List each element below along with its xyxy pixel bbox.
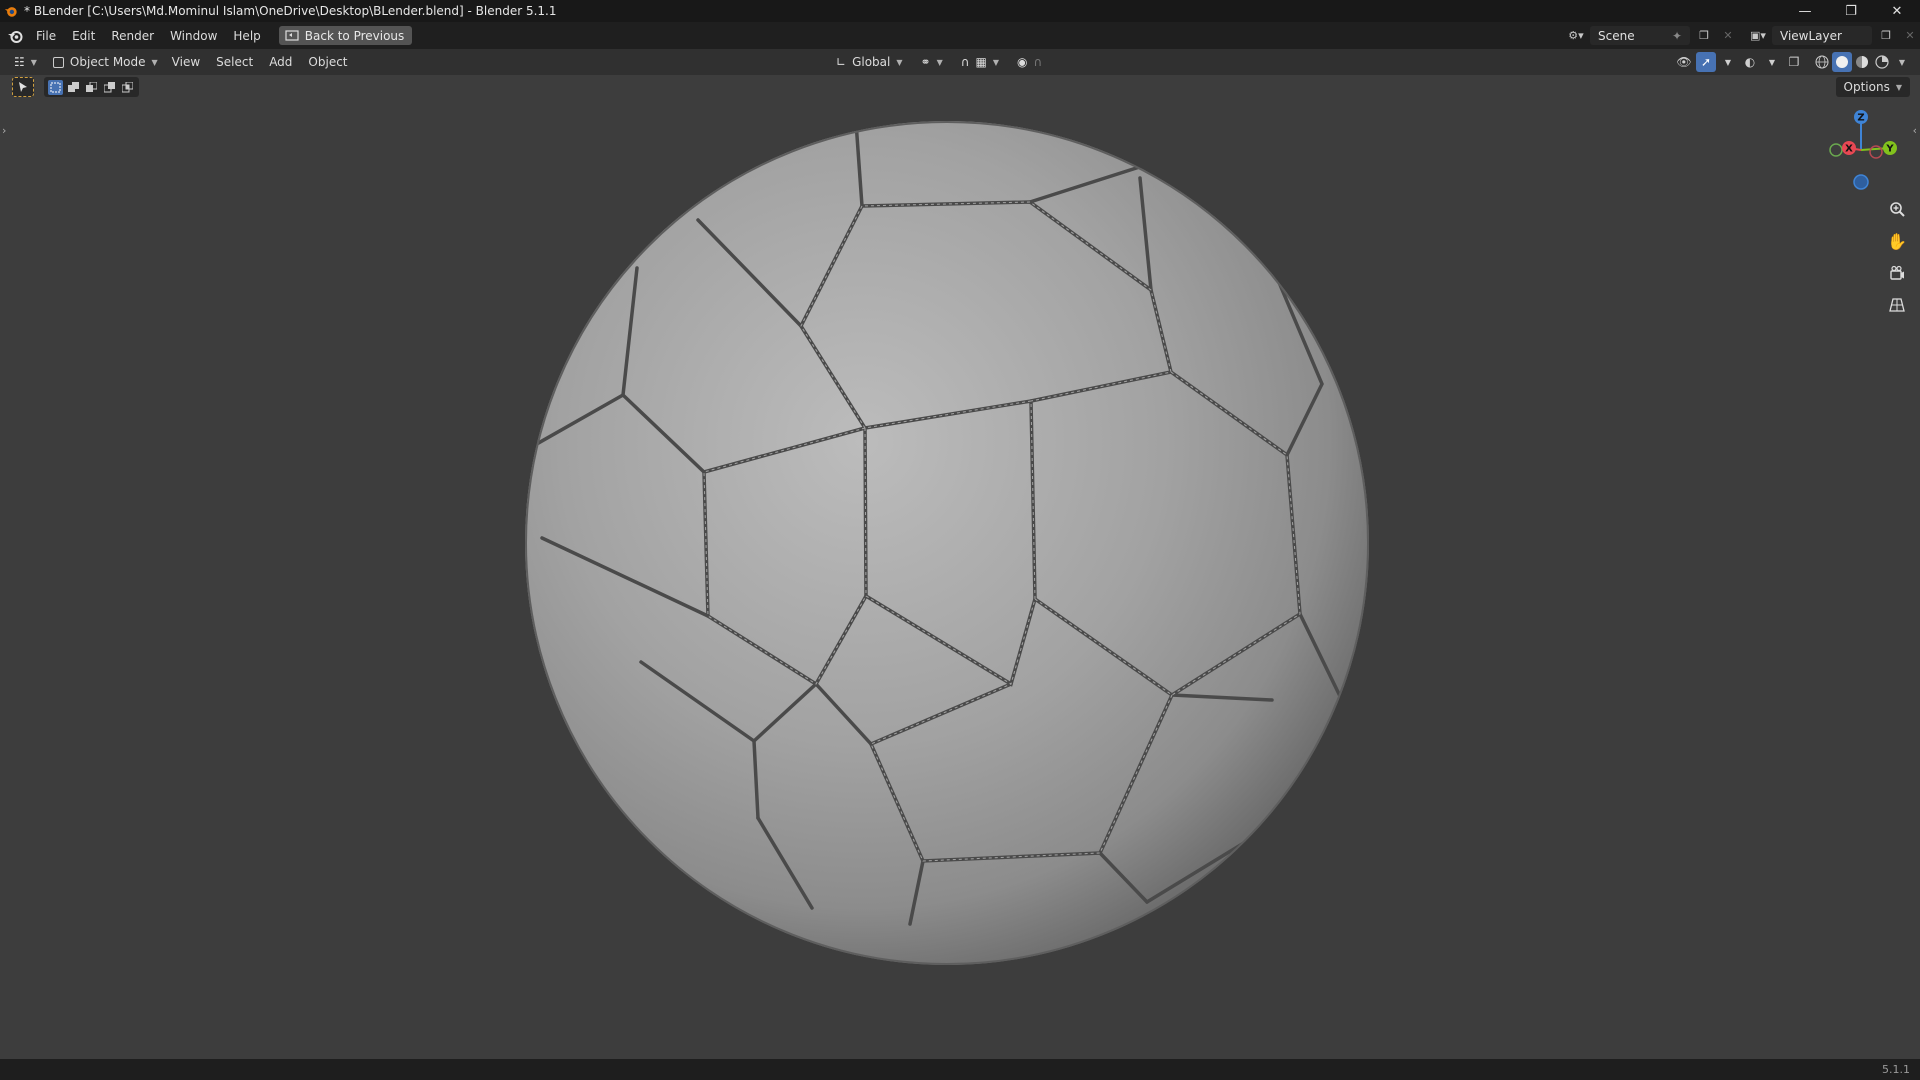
version-label: 5.1.1	[1882, 1063, 1910, 1076]
blender-logo-icon[interactable]	[2, 22, 28, 49]
rendered-shading-icon[interactable]	[1872, 52, 1892, 72]
minimize-button[interactable]: —	[1782, 0, 1828, 22]
menu-add[interactable]: Add	[261, 52, 300, 72]
select-subtract-icon[interactable]	[84, 80, 99, 95]
overlay-dropdown-icon[interactable]: ▼	[1762, 52, 1782, 72]
new-viewlayer-icon[interactable]: ❐	[1876, 26, 1896, 45]
select-intersect-icon[interactable]	[120, 80, 135, 95]
scene-name: Scene	[1598, 28, 1635, 43]
solid-shading-icon[interactable]	[1832, 52, 1852, 72]
gizmo-neg-y-icon[interactable]	[1869, 145, 1883, 159]
orientation-label: Global	[852, 55, 891, 69]
editor-type-dropdown[interactable]: ☷ ▼	[8, 52, 43, 72]
proportional-icon: ◉	[1017, 55, 1028, 69]
menu-file[interactable]: File	[28, 22, 64, 49]
pivot-point-dropdown[interactable]: ⚭ ▼	[915, 52, 949, 72]
chevron-down-icon: ▼	[1895, 82, 1902, 92]
window-titlebar: * BLender [C:\Users\Md.Mominul Islam\One…	[0, 0, 1920, 22]
proportional-edit-dropdown[interactable]: ◉ ∩	[1011, 52, 1048, 72]
gizmo-y-label: Y	[1885, 144, 1894, 155]
menu-render[interactable]: Render	[103, 22, 162, 49]
menu-view[interactable]: View	[164, 52, 208, 72]
gizmo-z-label: Z	[1857, 113, 1864, 124]
mode-label: Object Mode	[69, 55, 146, 69]
perspective-grid-icon[interactable]	[1884, 292, 1910, 318]
select-extend-icon[interactable]	[66, 80, 81, 95]
gizmo-dropdown-icon[interactable]: ▼	[1718, 52, 1738, 72]
window-title: * BLender [C:\Users\Md.Mominul Islam\One…	[24, 4, 557, 18]
navigation-gizmo[interactable]: Z X Y	[1816, 105, 1906, 195]
shading-dropdown-icon[interactable]: ▼	[1892, 52, 1912, 72]
options-dropdown[interactable]: Options ▼	[1835, 77, 1910, 97]
status-bar: 5.1.1	[0, 1059, 1920, 1080]
viewlayer-field[interactable]: ViewLayer	[1772, 26, 1872, 45]
back-to-previous-button[interactable]: Back to Previous	[278, 26, 413, 45]
magnet-icon: ∩	[960, 55, 970, 69]
back-to-previous-label: Back to Previous	[304, 28, 405, 43]
scene-field[interactable]: Scene ✦	[1590, 26, 1690, 45]
pan-hand-icon[interactable]: ✋	[1884, 228, 1910, 254]
close-button[interactable]: ✕	[1874, 0, 1920, 22]
maximize-button[interactable]: ❐	[1828, 0, 1874, 22]
overlay-toggle-icon[interactable]: ◐	[1740, 52, 1760, 72]
new-scene-icon[interactable]: ❐	[1694, 26, 1714, 45]
options-label: Options	[1843, 80, 1890, 94]
falloff-icon: ∩	[1033, 55, 1043, 69]
pin-icon[interactable]: ✦	[1672, 29, 1682, 43]
delete-viewlayer-icon[interactable]: ✕	[1900, 26, 1920, 45]
soccer-ball-object[interactable]	[522, 118, 1372, 968]
select-invert-icon[interactable]	[102, 80, 117, 95]
wireframe-shading-icon[interactable]	[1812, 52, 1832, 72]
top-menubar: File Edit Render Window Help Back to Pre…	[0, 22, 1920, 49]
viewport-header: ☷ ▼ Object Mode ▼ View Select Add Object …	[0, 49, 1920, 75]
selection-mode-group	[44, 77, 139, 97]
delete-scene-icon[interactable]: ✕	[1718, 26, 1738, 45]
viewlayer-name: ViewLayer	[1780, 28, 1842, 43]
viewport-editor-icon: ☷	[14, 55, 25, 69]
blender-app-icon	[4, 7, 17, 17]
sidebar-expand-icon[interactable]: ‹	[1913, 124, 1917, 137]
gizmo-neg-z-icon[interactable]	[1853, 174, 1869, 190]
menu-edit[interactable]: Edit	[64, 22, 103, 49]
object-mode-icon	[52, 56, 64, 68]
zoom-icon[interactable]	[1884, 196, 1910, 222]
select-tool-icon[interactable]	[12, 77, 34, 97]
toolbar-expand-icon[interactable]: ›	[2, 124, 6, 137]
gizmo-toggle-icon[interactable]: ➚	[1696, 52, 1716, 72]
mode-dropdown[interactable]: Object Mode ▼	[47, 52, 164, 72]
gizmo-neg-x-icon[interactable]	[1829, 143, 1843, 157]
scene-browse-icon[interactable]: ⚙▾	[1566, 26, 1586, 45]
camera-view-icon[interactable]	[1884, 260, 1910, 286]
select-new-icon[interactable]	[48, 79, 63, 95]
menu-object[interactable]: Object	[300, 52, 355, 72]
screen-icon	[285, 29, 299, 41]
menu-help[interactable]: Help	[225, 22, 268, 49]
snap-dropdown[interactable]: ∩ ▦ ▼	[955, 52, 1005, 72]
orientation-icon: ∟	[836, 55, 847, 69]
menu-select[interactable]: Select	[208, 52, 261, 72]
visibility-icon[interactable]: 👁	[1674, 52, 1694, 72]
snap-grid-icon: ▦	[975, 55, 987, 69]
pivot-icon: ⚭	[920, 55, 931, 69]
material-shading-icon[interactable]	[1852, 52, 1872, 72]
menu-window[interactable]: Window	[162, 22, 225, 49]
gizmo-x-label: X	[1845, 144, 1853, 155]
xray-toggle-icon[interactable]: ❐	[1784, 52, 1804, 72]
viewlayer-browse-icon[interactable]: ▣▾	[1748, 26, 1768, 45]
transform-orientation-dropdown[interactable]: ∟ Global ▼	[830, 52, 909, 72]
